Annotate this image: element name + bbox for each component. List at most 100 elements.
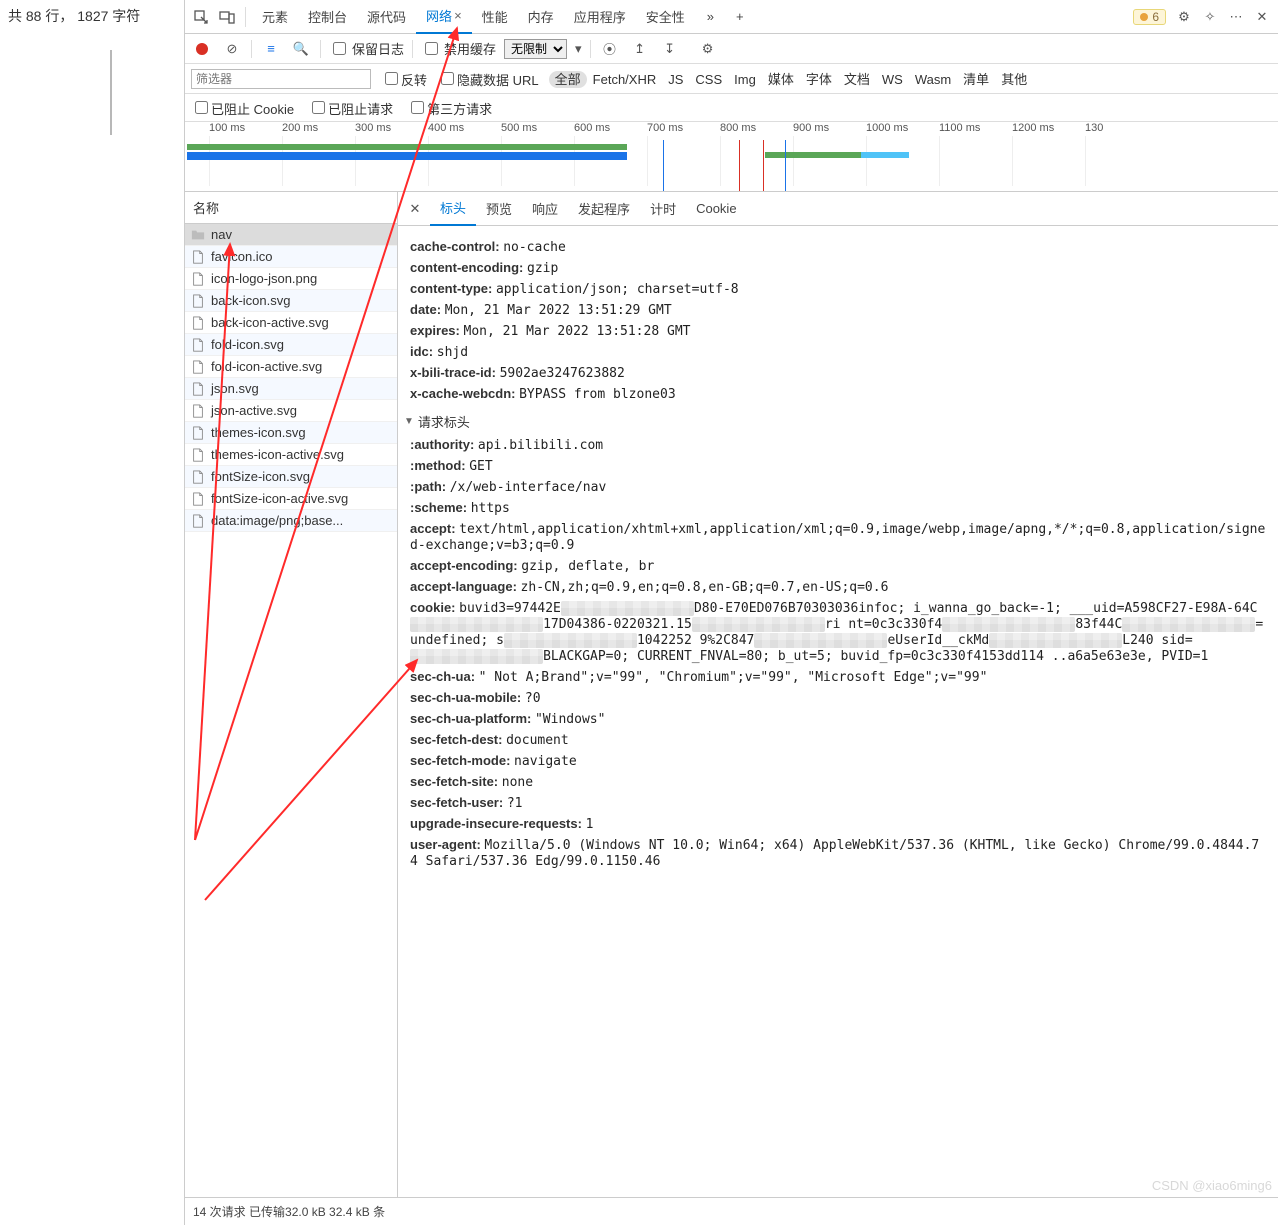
detail-tab-标头[interactable]: 标头 — [430, 192, 476, 226]
request-row[interactable]: json-active.svg — [185, 400, 397, 422]
timeline-tick: 900 ms — [793, 122, 829, 134]
tab-网络[interactable]: 网络× — [416, 0, 472, 34]
third-party-checkbox[interactable]: 第三方请求 — [407, 98, 492, 118]
request-row[interactable]: nav — [185, 224, 397, 246]
hide-data-url-checkbox[interactable]: 隐藏数据 URL — [437, 69, 539, 89]
upload-icon[interactable]: ↥ — [629, 38, 651, 60]
timeline-tick: 500 ms — [501, 122, 537, 134]
timeline-tick: 800 ms — [720, 122, 756, 134]
download-icon[interactable]: ↧ — [659, 38, 681, 60]
request-name: themes-icon.svg — [211, 425, 306, 440]
close-detail-icon[interactable]: ✕ — [402, 201, 428, 217]
request-row[interactable]: fold-icon-active.svg — [185, 356, 397, 378]
filter-toggle-icon[interactable]: ≡ — [260, 38, 282, 60]
header-row: sec-fetch-mode: navigate — [410, 753, 1266, 769]
filter-type-文档[interactable]: 文档 — [838, 71, 876, 88]
request-row[interactable]: icon-logo-json.png — [185, 268, 397, 290]
preserve-log-checkbox[interactable]: 保留日志 — [329, 39, 404, 58]
close-devtools-icon[interactable]: ✕ — [1250, 5, 1274, 29]
request-row[interactable]: back-icon-active.svg — [185, 312, 397, 334]
detail-body[interactable]: cache-control: no-cachecontent-encoding:… — [398, 226, 1278, 1197]
tab-内存[interactable]: 内存 — [518, 0, 564, 34]
tab-控制台[interactable]: 控制台 — [298, 0, 357, 34]
detail-tab-预览[interactable]: 预览 — [476, 192, 522, 226]
filter-type-清单[interactable]: 清单 — [957, 71, 995, 88]
request-row[interactable]: data:image/png;base... — [185, 510, 397, 532]
request-row[interactable]: fontSize-icon-active.svg — [185, 488, 397, 510]
filter-type-全部[interactable]: 全部 — [549, 71, 587, 88]
wifi-icon[interactable]: ⦿ — [599, 38, 621, 60]
network-settings-icon[interactable]: ⚙ — [697, 38, 719, 60]
header-value: " Not A;Brand";v="99", "Chromium";v="99"… — [479, 670, 988, 685]
header-row: expires: Mon, 21 Mar 2022 13:51:28 GMT — [410, 323, 1266, 339]
invert-checkbox[interactable]: 反转 — [381, 69, 427, 89]
request-row[interactable]: favicon.ico — [185, 246, 397, 268]
tab-源代码[interactable]: 源代码 — [357, 0, 416, 34]
request-list-header[interactable]: 名称 — [185, 192, 397, 224]
header-row: date: Mon, 21 Mar 2022 13:51:29 GMT — [410, 302, 1266, 318]
request-row[interactable]: fontSize-icon.svg — [185, 466, 397, 488]
header-value: /x/web-interface/nav — [450, 480, 607, 495]
detail-tab-计时[interactable]: 计时 — [640, 192, 686, 226]
close-tab-icon[interactable]: × — [454, 8, 462, 23]
filter-type-Wasm[interactable]: Wasm — [909, 71, 957, 88]
timeline-tick: 1200 ms — [1012, 122, 1054, 134]
device-toggle-icon[interactable] — [215, 5, 239, 29]
more-icon[interactable]: ⋯ — [1224, 5, 1248, 29]
tab-overflow[interactable]: » — [697, 0, 724, 34]
header-value: api.bilibili.com — [478, 438, 603, 453]
gear-icon[interactable]: ⚙ — [1172, 5, 1196, 29]
feedback-icon[interactable]: ✧ — [1198, 5, 1222, 29]
disable-cache-checkbox[interactable]: 禁用缓存 — [421, 39, 496, 58]
header-row: sec-fetch-site: none — [410, 774, 1266, 790]
header-key: accept-language: — [410, 579, 517, 594]
blocked-requests-checkbox[interactable]: 已阻止请求 — [308, 98, 393, 118]
header-key: x-cache-webcdn: — [410, 386, 515, 401]
header-key: idc: — [410, 344, 433, 359]
filter-type-CSS[interactable]: CSS — [689, 71, 728, 88]
filter-type-JS[interactable]: JS — [662, 71, 689, 88]
filter-type-Img[interactable]: Img — [728, 71, 762, 88]
request-name: fontSize-icon-active.svg — [211, 491, 348, 506]
filter-type-Fetch/XHR[interactable]: Fetch/XHR — [587, 71, 663, 88]
request-row[interactable]: json.svg — [185, 378, 397, 400]
detail-tab-响应[interactable]: 响应 — [522, 192, 568, 226]
detail-tab-发起程序[interactable]: 发起程序 — [568, 192, 640, 226]
filter-type-其他[interactable]: 其他 — [995, 71, 1033, 88]
detail-tab-Cookie[interactable]: Cookie — [686, 192, 746, 226]
tab-应用程序[interactable]: 应用程序 — [564, 0, 636, 34]
tab-add[interactable]: + — [726, 0, 754, 34]
search-icon[interactable]: 🔍 — [290, 38, 312, 60]
request-row[interactable]: fold-icon.svg — [185, 334, 397, 356]
timeline-tick: 1100 ms — [939, 122, 980, 134]
warning-dot-icon — [1140, 13, 1148, 21]
header-row: user-agent: Mozilla/5.0 (Windows NT 10.0… — [410, 837, 1266, 869]
request-headers-section[interactable]: ▼请求标头 — [404, 412, 1266, 431]
chevron-down-icon[interactable]: ▾ — [575, 41, 582, 57]
filter-bar: 反转 隐藏数据 URL 全部Fetch/XHRJSCSSImg媒体字体文档WSW… — [185, 64, 1278, 94]
header-value: shjd — [437, 345, 468, 360]
header-value: GET — [469, 459, 492, 474]
blocked-cookies-checkbox[interactable]: 已阻止 Cookie — [191, 98, 294, 118]
request-row[interactable]: themes-icon-active.svg — [185, 444, 397, 466]
request-row[interactable]: back-icon.svg — [185, 290, 397, 312]
inspect-icon[interactable] — [189, 5, 213, 29]
throttle-select[interactable]: 无限制 — [504, 39, 567, 59]
filter-type-字体[interactable]: 字体 — [800, 71, 838, 88]
header-row: idc: shjd — [410, 344, 1266, 360]
record-button[interactable] — [191, 38, 213, 60]
network-timeline[interactable]: 100 ms200 ms300 ms400 ms500 ms600 ms700 … — [185, 122, 1278, 192]
status-bar: 14 次请求 已传输32.0 kB 32.4 kB 条 — [185, 1197, 1278, 1225]
tab-性能[interactable]: 性能 — [472, 0, 518, 34]
filter-type-WS[interactable]: WS — [876, 71, 909, 88]
header-value: document — [506, 733, 569, 748]
tab-元素[interactable]: 元素 — [252, 0, 298, 34]
header-key: :method: — [410, 458, 466, 473]
chevron-down-icon: ▼ — [404, 416, 414, 427]
filter-input[interactable] — [191, 69, 371, 89]
request-row[interactable]: themes-icon.svg — [185, 422, 397, 444]
issues-badge[interactable]: 6 — [1133, 9, 1166, 25]
filter-type-媒体[interactable]: 媒体 — [762, 71, 800, 88]
clear-icon[interactable]: ⊘ — [221, 38, 243, 60]
tab-安全性[interactable]: 安全性 — [636, 0, 695, 34]
